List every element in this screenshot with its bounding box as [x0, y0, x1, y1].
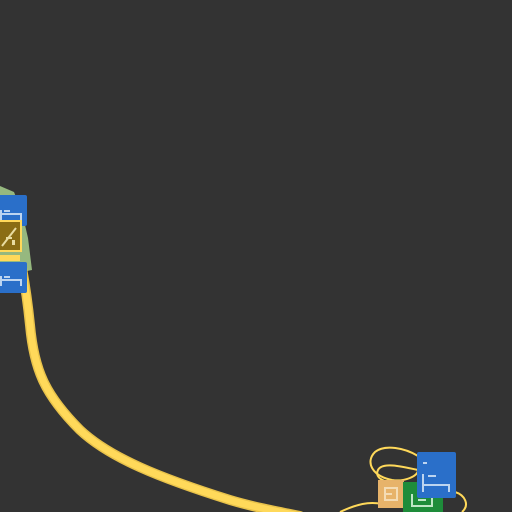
hotel-icon[interactable] [0, 262, 27, 293]
hotel-icon[interactable] [417, 452, 456, 498]
map-canvas[interactable] [0, 0, 512, 512]
map-background [0, 0, 512, 512]
cafe-icon[interactable] [378, 480, 404, 508]
map-view[interactable] [0, 0, 512, 512]
playground-icon[interactable] [0, 220, 22, 252]
